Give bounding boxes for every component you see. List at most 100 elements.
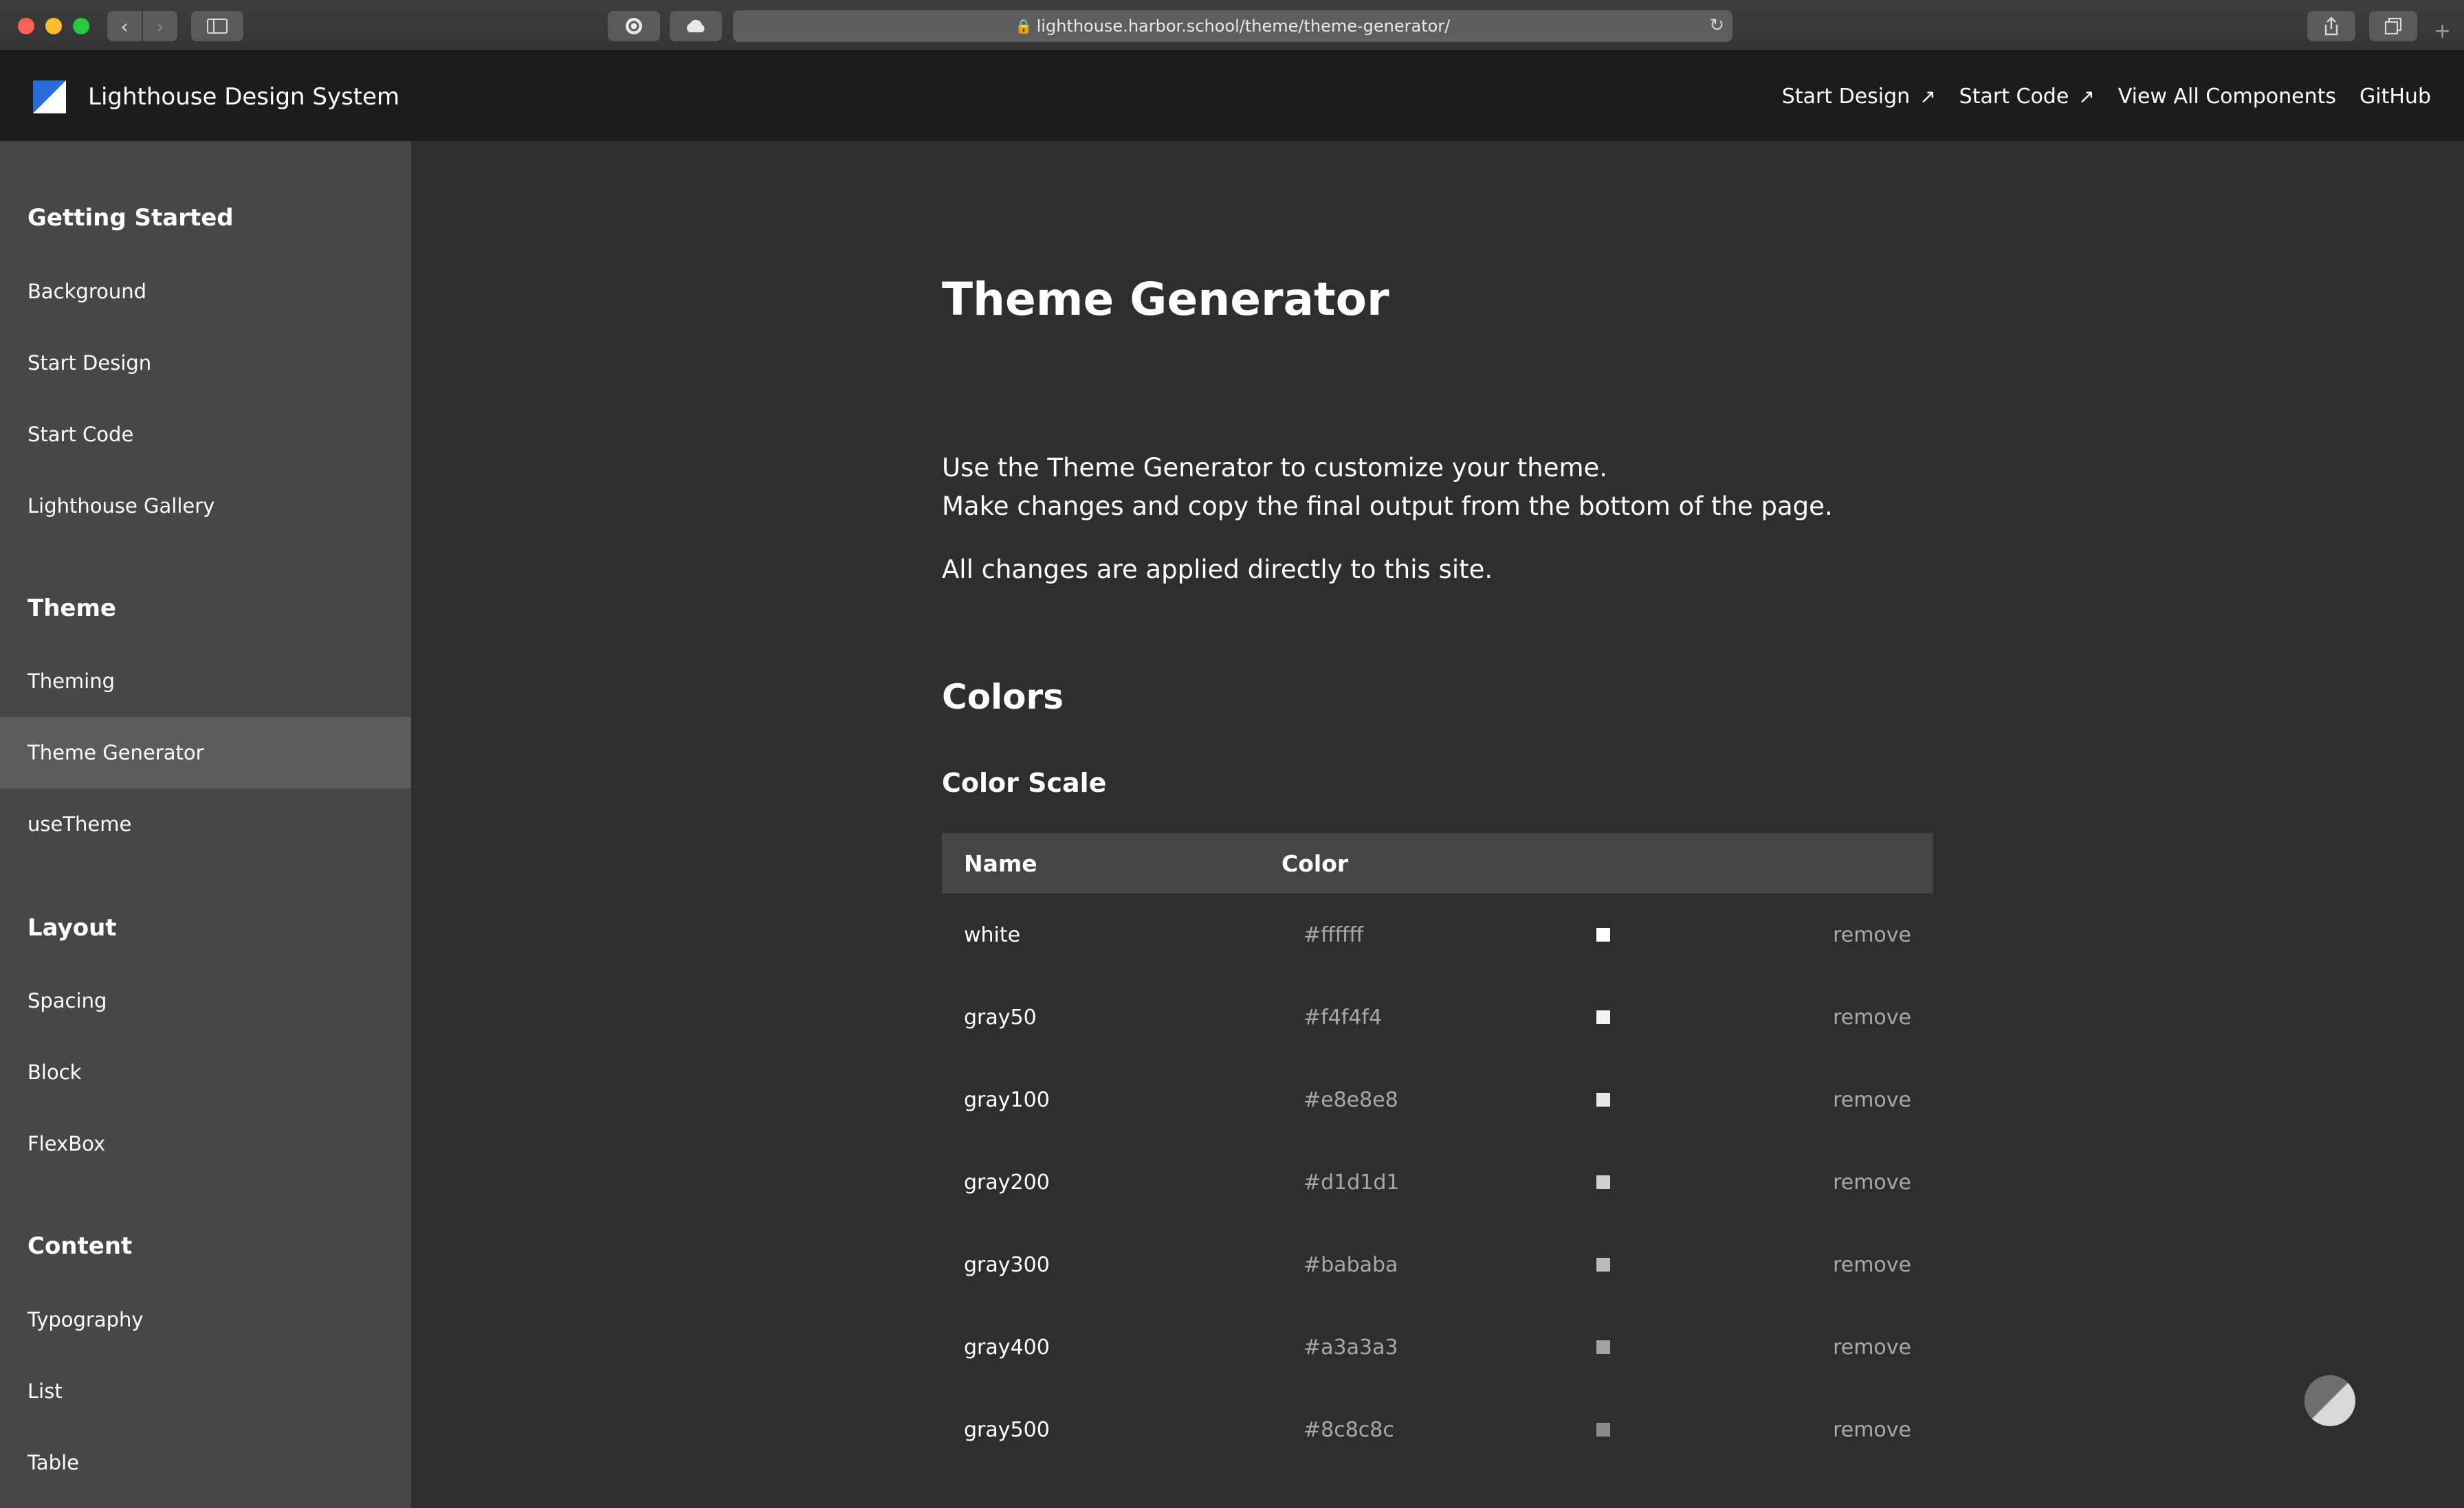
brand-name[interactable]: Lighthouse Design System [88, 83, 399, 111]
color-swatch[interactable] [1596, 1423, 1610, 1437]
color-swatch[interactable] [1596, 1258, 1610, 1272]
remove-color-button[interactable]: remove [1833, 1141, 1911, 1223]
nav-github-label: GitHub [2360, 85, 2431, 109]
remove-color-button[interactable]: remove [1833, 1223, 1911, 1306]
color-swatch-cell [1596, 1223, 1610, 1306]
table-row: gray400 #a3a3a3 remove [942, 1306, 1933, 1388]
color-name-input[interactable]: gray500 [964, 1388, 1050, 1471]
remove-color-button[interactable]: remove [1833, 1306, 1911, 1388]
zoom-window-button[interactable] [73, 18, 89, 34]
sidebar-item-background[interactable]: Background [0, 256, 411, 327]
nav-start-design[interactable]: Start Design ↗ [1782, 85, 1936, 109]
top-navigation: Start Design ↗ Start Code ↗ View All Com… [1782, 85, 2431, 109]
color-scale-table: Name Color white #ffffff remove gray50 #f4f4… [942, 833, 1933, 1471]
address-bar[interactable]: 🔒 lighthouse.harbor.school/theme/theme-g… [733, 10, 1732, 42]
back-button[interactable]: ‹ [107, 11, 142, 41]
main-content: Theme Generator Use the Theme Generator … [411, 141, 2464, 1508]
new-tab-button[interactable]: + [2434, 19, 2451, 43]
sidebar-item-usetheme[interactable]: useTheme [0, 788, 411, 860]
sidebar-item-lighthouse-gallery[interactable]: Lighthouse Gallery [0, 470, 411, 542]
external-link-icon: ↗ [1920, 85, 1936, 108]
lock-icon: 🔒 [1015, 18, 1033, 34]
color-name-input[interactable]: gray100 [964, 1058, 1050, 1141]
color-swatch[interactable] [1596, 1010, 1610, 1024]
chevron-left-icon: ‹ [120, 14, 129, 38]
remove-color-button[interactable]: remove [1833, 894, 1911, 976]
share-icon [2324, 16, 2338, 36]
color-name-input[interactable]: gray200 [964, 1141, 1050, 1223]
external-link-icon: ↗ [2078, 85, 2095, 108]
color-swatch-cell [1596, 1388, 1610, 1471]
sidebar-heading-layout: Layout [28, 914, 117, 942]
address-url: lighthouse.harbor.school/theme/theme-gen… [1036, 16, 1451, 36]
color-hex-input[interactable]: #e8e8e8 [1304, 1058, 1398, 1141]
sidebar-heading-getting-started: Getting Started [28, 204, 234, 232]
nav-start-code[interactable]: Start Code ↗ [1959, 85, 2095, 109]
grammarly-extension-button[interactable] [608, 11, 660, 41]
color-name-input[interactable]: gray300 [964, 1223, 1050, 1306]
sidebar-item-typography[interactable]: Typography [0, 1284, 411, 1355]
remove-color-button[interactable]: remove [1833, 976, 1911, 1058]
sidebar-item-list[interactable]: List [0, 1355, 411, 1427]
table-row: gray500 #8c8c8c remove [942, 1388, 1933, 1471]
color-swatch-cell [1596, 894, 1610, 976]
sidebar-item-table[interactable]: Table [0, 1427, 411, 1498]
color-name-input[interactable]: white [964, 894, 1020, 976]
table-header: Name Color [942, 833, 1933, 894]
cloud-icon [687, 19, 705, 32]
theme-toggle-button[interactable] [2304, 1375, 2355, 1426]
sidebar-heading-theme: Theme [28, 595, 116, 622]
close-window-button[interactable] [18, 18, 34, 34]
sidebar-toggle-button[interactable] [191, 11, 243, 41]
color-name-input[interactable]: gray400 [964, 1306, 1050, 1388]
sidebar-item-start-design[interactable]: Start Design [0, 327, 411, 399]
remove-color-button[interactable]: remove [1833, 1058, 1911, 1141]
table-row: gray300 #bababa remove [942, 1223, 1933, 1306]
intro-text-line-2: Make changes and copy the final output f… [942, 491, 1833, 521]
sidebar-item-spacing[interactable]: Spacing [0, 965, 411, 1036]
sidebar: Getting Started Background Start Design … [0, 141, 411, 1508]
color-name-input[interactable]: gray50 [964, 976, 1037, 1058]
sidebar-item-theme-generator[interactable]: Theme Generator [0, 717, 411, 788]
color-swatch[interactable] [1596, 1175, 1610, 1189]
browser-toolbar: ‹ › 🔒 lighthouse.harbor.school/theme/the… [0, 0, 2464, 52]
intro-text-line-3: All changes are applied directly to this… [942, 555, 1493, 584]
color-hex-input[interactable]: #8c8c8c [1304, 1388, 1394, 1471]
minimize-window-button[interactable] [45, 18, 62, 34]
reload-icon[interactable]: ↻ [1709, 15, 1724, 36]
color-hex-input[interactable]: #bababa [1304, 1223, 1398, 1306]
color-hex-input[interactable]: #ffffff [1304, 894, 1363, 976]
sidebar-heading-content: Content [28, 1232, 133, 1260]
nav-github[interactable]: GitHub [2360, 85, 2431, 109]
nav-start-design-label: Start Design [1781, 85, 1911, 109]
table-row: white #ffffff remove [942, 894, 1933, 976]
cloud-extension-button[interactable] [670, 11, 722, 41]
sidebar-item-start-code[interactable]: Start Code [0, 399, 411, 470]
color-swatch-cell [1596, 976, 1610, 1058]
forward-button[interactable]: › [143, 11, 177, 41]
sidebar-item-flexbox[interactable]: FlexBox [0, 1108, 411, 1179]
color-hex-input[interactable]: #f4f4f4 [1304, 976, 1382, 1058]
remove-color-button[interactable]: remove [1833, 1388, 1911, 1471]
nav-view-all-components[interactable]: View All Components [2118, 85, 2336, 109]
color-swatch[interactable] [1596, 928, 1610, 942]
tabs-icon [2384, 17, 2402, 35]
site-header: Lighthouse Design System Start Design ↗ … [0, 52, 2464, 141]
column-header-name: Name [964, 850, 1037, 877]
sidebar-item-theming[interactable]: Theming [0, 645, 411, 717]
grammarly-icon [626, 18, 642, 34]
page-title: Theme Generator [942, 273, 1389, 326]
color-hex-input[interactable]: #a3a3a3 [1304, 1306, 1398, 1388]
chevron-right-icon: › [156, 14, 164, 38]
color-swatch[interactable] [1596, 1093, 1610, 1107]
color-swatch[interactable] [1596, 1340, 1610, 1354]
show-tabs-button[interactable] [2369, 11, 2417, 41]
color-hex-input[interactable]: #d1d1d1 [1304, 1141, 1400, 1223]
color-swatch-cell [1596, 1306, 1610, 1388]
lighthouse-logo-icon[interactable] [33, 80, 66, 113]
sidebar-icon [207, 19, 228, 34]
table-row: gray200 #d1d1d1 remove [942, 1141, 1933, 1223]
sidebar-item-block[interactable]: Block [0, 1036, 411, 1108]
share-button[interactable] [2307, 11, 2355, 41]
intro-text-line-1: Use the Theme Generator to customize you… [942, 453, 1608, 483]
